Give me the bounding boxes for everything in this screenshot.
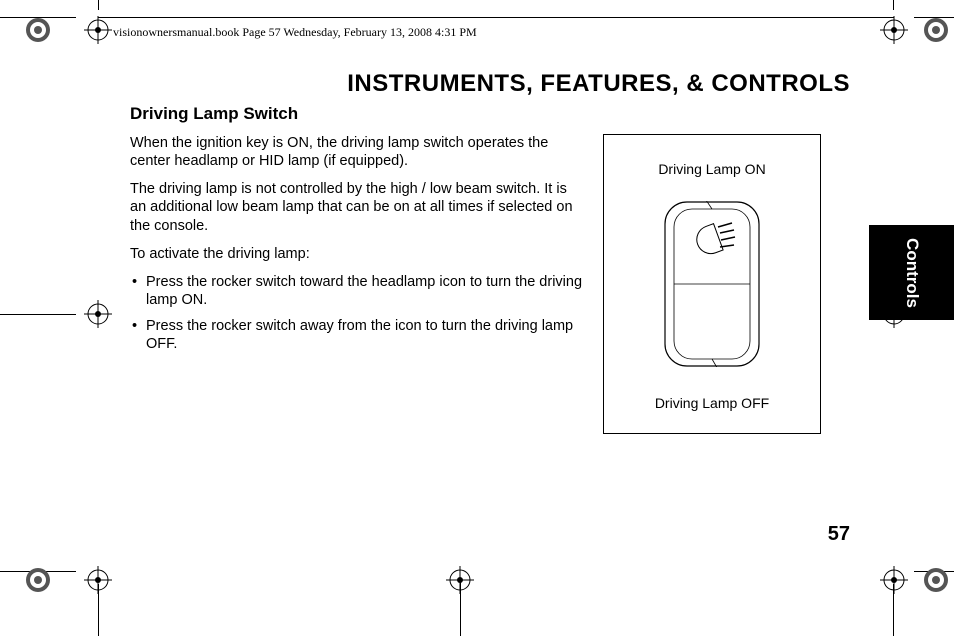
paragraph: The driving lamp is not controlled by th…: [130, 180, 585, 234]
figure-label-off: Driving Lamp OFF: [604, 395, 820, 411]
body-text-column: When the ignition key is ON, the driving…: [130, 134, 585, 434]
thumb-tab-label: Controls: [901, 238, 921, 308]
book-header-line: visionownersmanual.book Page 57 Wednesda…: [113, 25, 477, 40]
figure-label-on: Driving Lamp ON: [604, 161, 820, 177]
section-title: Driving Lamp Switch: [130, 104, 850, 124]
paragraph: When the ignition key is ON, the driving…: [130, 134, 585, 170]
page-number: 57: [828, 523, 850, 546]
section-thumb-tab: Controls: [869, 225, 954, 320]
paragraph: To activate the driving lamp:: [130, 245, 585, 263]
page-content: INSTRUMENTS, FEATURES, & CONTROLS Drivin…: [130, 70, 850, 434]
chapter-title: INSTRUMENTS, FEATURES, & CONTROLS: [130, 70, 850, 98]
driving-lamp-switch-figure: Driving Lamp ON: [603, 134, 821, 434]
list-item: Press the rocker switch away from the ic…: [130, 317, 585, 353]
list-item: Press the rocker switch toward the headl…: [130, 273, 585, 309]
rocker-switch-illustration: [664, 201, 760, 367]
registration-mark-icon: [24, 16, 52, 44]
